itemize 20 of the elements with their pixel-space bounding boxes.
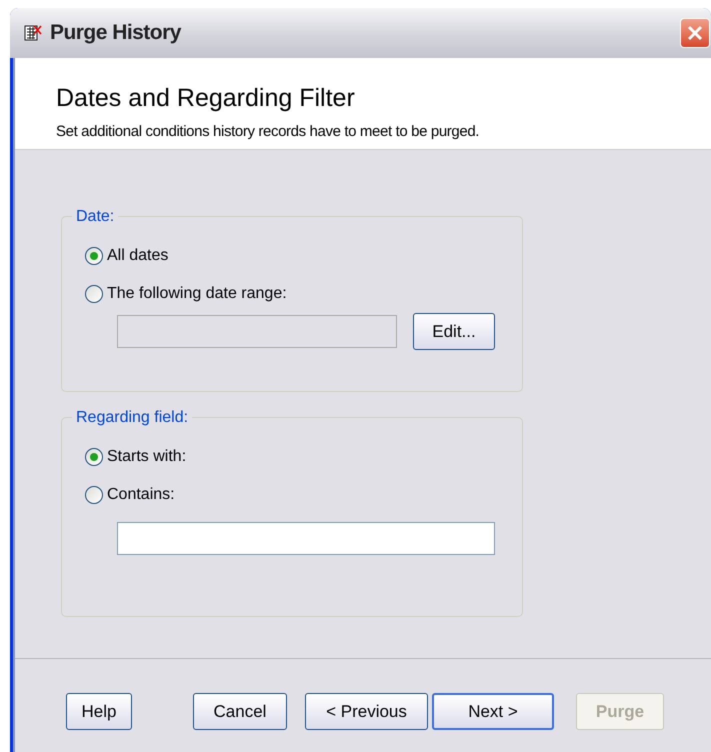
radio-button[interactable] xyxy=(85,448,103,466)
radio-button[interactable] xyxy=(85,285,103,303)
radio-label: The following date range: xyxy=(107,284,287,304)
radio-label: Starts with: xyxy=(107,447,186,467)
dialog-button[interactable]: < Previous xyxy=(305,693,428,730)
dialog-button[interactable]: Help xyxy=(66,693,132,730)
page-subtitle: Set additional conditions history records have to meet to be purged. xyxy=(56,122,480,142)
close-button[interactable] xyxy=(680,18,710,48)
page-title: Dates and Regarding Filter xyxy=(56,83,356,114)
dialog-button[interactable]: Cancel xyxy=(193,693,287,730)
edit-button[interactable]: Edit... xyxy=(413,313,495,350)
radio-label: All dates xyxy=(107,246,168,266)
close-icon xyxy=(686,24,704,42)
radio-label: Contains: xyxy=(107,485,175,505)
radio-button[interactable] xyxy=(85,486,103,504)
text-field[interactable] xyxy=(117,522,495,555)
app-icon xyxy=(24,24,42,42)
dialog-button[interactable]: Next > xyxy=(432,693,554,730)
radio-button[interactable] xyxy=(85,247,103,265)
window-title: Purge History xyxy=(50,20,181,46)
